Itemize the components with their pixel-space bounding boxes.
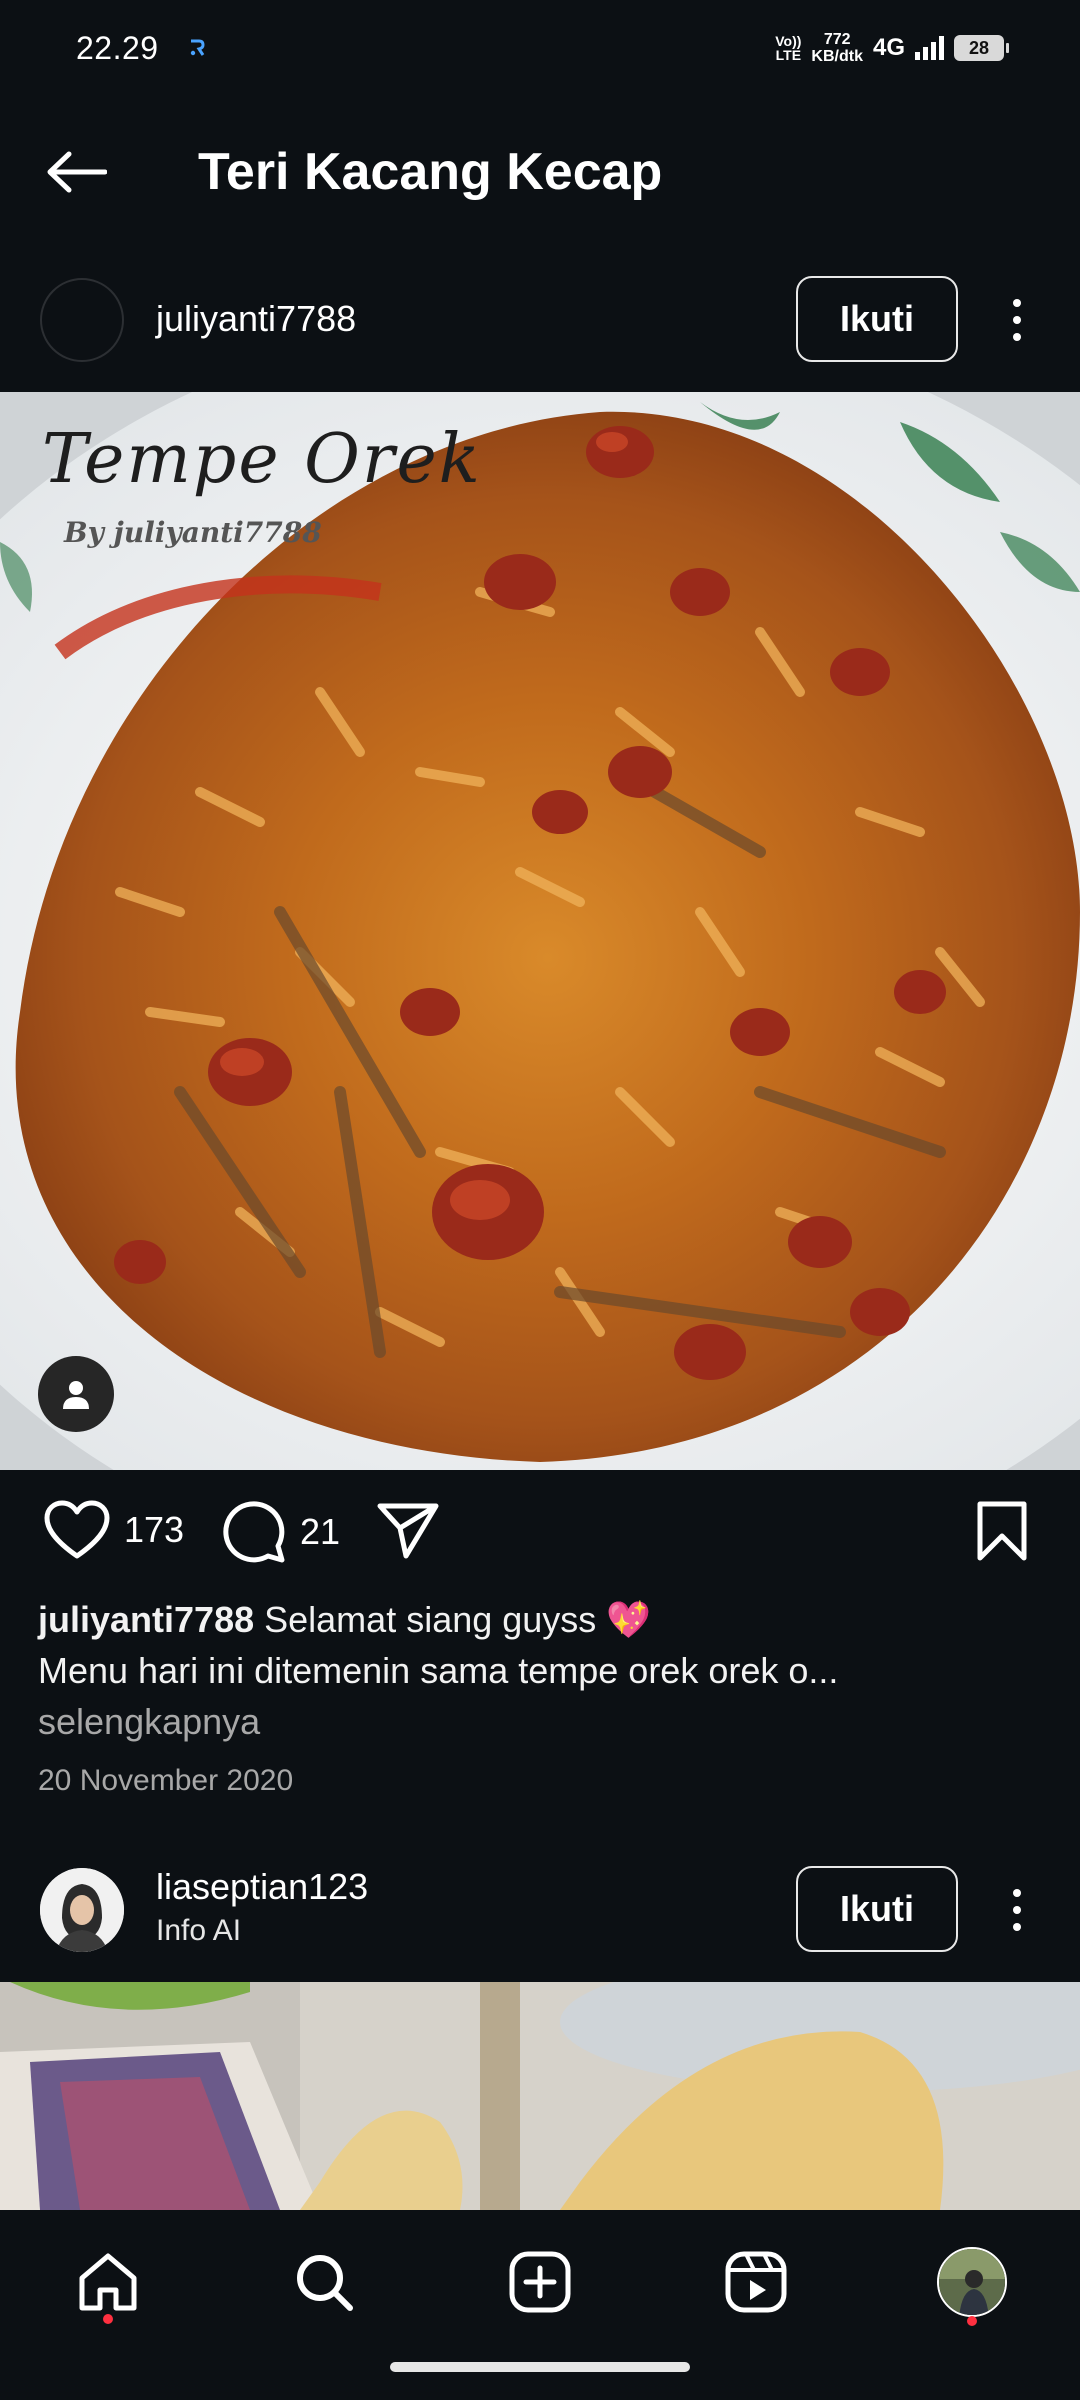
post-username[interactable]: juliyanti7788 (156, 298, 356, 340)
network-speed: 772 KB/dtk (811, 31, 863, 65)
signal-icon (915, 36, 944, 60)
caption-line-1: juliyanti7788 Selamat siang guyss 💖 (38, 1594, 1038, 1645)
more-options-button[interactable] (996, 290, 1038, 350)
like-action[interactable]: 173 (44, 1500, 184, 1560)
caption-username[interactable]: juliyanti7788 (38, 1599, 254, 1640)
back-button[interactable] (40, 142, 112, 202)
comment-icon[interactable] (222, 1500, 286, 1564)
caption-text: Selamat siang guyss 💖 (264, 1599, 652, 1640)
post-image[interactable] (0, 392, 1080, 1470)
battery-level: 28 (968, 37, 990, 58)
home-indicator[interactable] (390, 2362, 690, 2372)
next-post-header: liaseptian123 Info AI Ikuti (0, 1856, 1080, 1966)
like-count[interactable]: 173 (124, 1509, 184, 1551)
save-action[interactable] (974, 1500, 1030, 1562)
comment-action[interactable]: 21 (222, 1500, 340, 1564)
profile-avatar (937, 2247, 1007, 2317)
status-bar: 22.29 Vo)) LTE 772 KB/dtk 4G 28 (0, 0, 1080, 96)
image-overlay-title: Tempe Orek (42, 420, 482, 499)
post-date: 20 November 2020 (38, 1764, 294, 1797)
search-icon (297, 2255, 353, 2311)
post-actions: 173 21 (0, 1490, 1080, 1580)
post-header: juliyanti7788 Ikuti (0, 264, 1080, 374)
food-photo (0, 392, 1080, 1470)
image-overlay-watermark: By juliyanti7788 (64, 516, 322, 549)
page-title: Teri Kacang Kecap (198, 143, 663, 201)
comment-count[interactable]: 21 (300, 1511, 340, 1553)
screen-record-icon (187, 38, 207, 58)
bookmark-icon[interactable] (974, 1500, 1030, 1562)
network-type: 4G (872, 34, 905, 61)
volte-indicator: Vo)) LTE (775, 33, 802, 63)
next-post-photo (0, 1982, 1080, 2210)
nav-reels[interactable] (708, 2234, 804, 2330)
next-post-image[interactable] (0, 1982, 1080, 2210)
battery-icon: 28 (954, 35, 1009, 61)
avatar[interactable] (40, 278, 124, 362)
reels-icon (725, 2251, 787, 2313)
page-header: Teri Kacang Kecap (0, 120, 1080, 224)
home-notification-dot (103, 2314, 113, 2324)
next-post-subtext[interactable]: Info AI (156, 1914, 241, 1948)
status-time: 22.29 (76, 29, 159, 66)
follow-button[interactable]: Ikuti (796, 1866, 958, 1952)
send-icon[interactable] (376, 1500, 440, 1560)
heart-icon[interactable] (44, 1500, 110, 1560)
share-action[interactable] (376, 1500, 440, 1560)
tagged-users-button[interactable] (38, 1356, 114, 1432)
more-options-button[interactable] (996, 1880, 1038, 1940)
see-more-link[interactable]: selengkapnya (38, 1696, 1038, 1747)
next-post-username[interactable]: liaseptian123 (156, 1866, 368, 1908)
nav-search[interactable] (276, 2234, 372, 2330)
follow-button[interactable]: Ikuti (796, 276, 958, 362)
person-icon (63, 1381, 89, 1409)
home-icon (79, 2253, 137, 2311)
profile-notification-dot (967, 2316, 977, 2326)
avatar-image (40, 1868, 124, 1952)
plus-square-icon (509, 2251, 571, 2313)
more-vertical-icon (1013, 1889, 1021, 1897)
nav-create[interactable] (492, 2234, 588, 2330)
more-vertical-icon (1013, 299, 1021, 307)
arrow-left-icon (47, 151, 107, 193)
post-caption: juliyanti7788 Selamat siang guyss 💖 Menu… (38, 1594, 1038, 1747)
caption-line-2: Menu hari ini ditemenin sama tempe orek … (38, 1650, 839, 1691)
status-icons: Vo)) LTE 772 KB/dtk 4G 28 (775, 31, 1009, 65)
avatar[interactable] (40, 1868, 124, 1952)
